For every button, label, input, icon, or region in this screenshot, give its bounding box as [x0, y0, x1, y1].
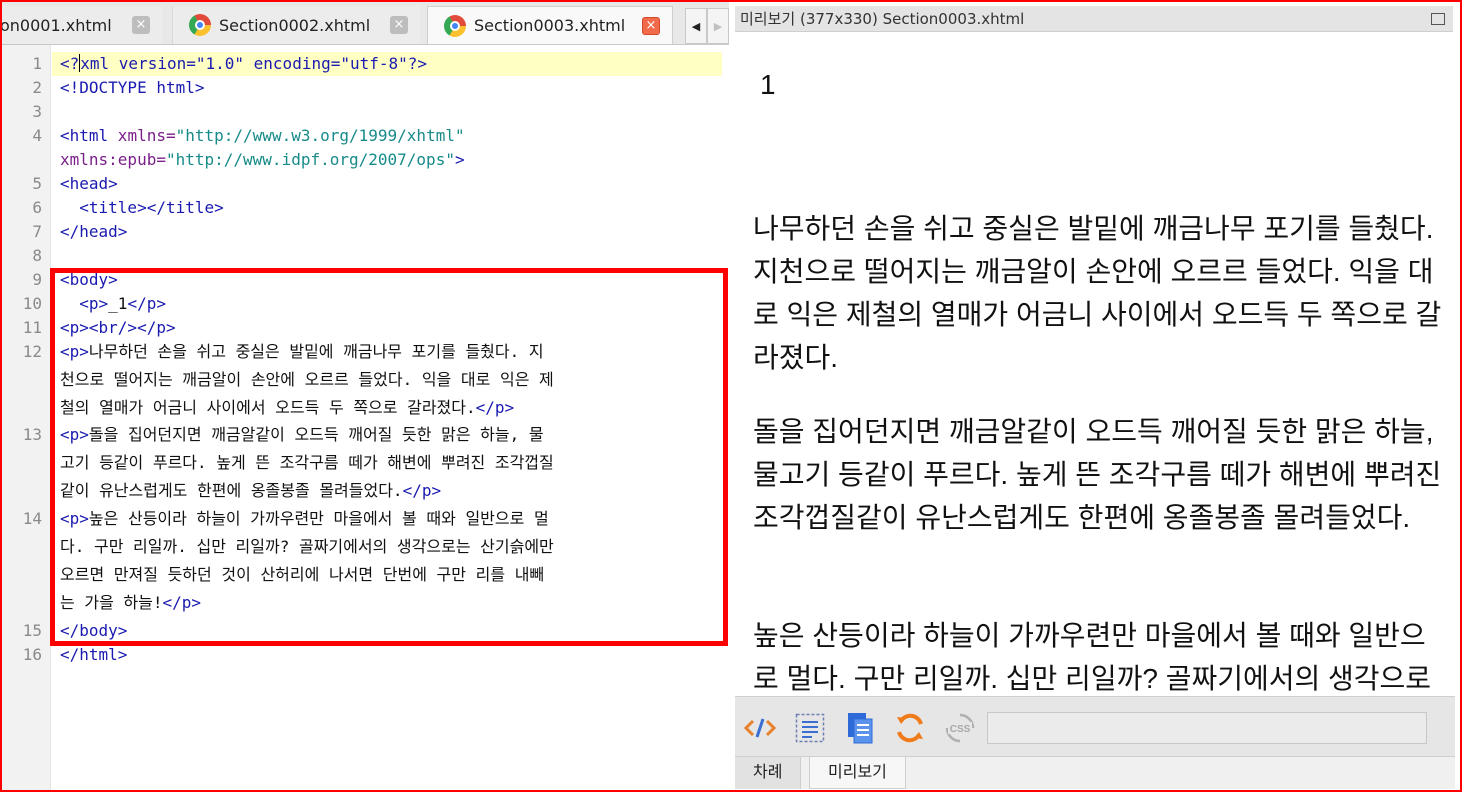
code-line: <title></title>	[60, 198, 224, 217]
code-line: </head>	[60, 222, 128, 241]
preview-title: 미리보기 (377x330) Section0003.xhtml	[740, 10, 1025, 28]
line-number: 16	[22, 645, 42, 664]
code-token: xml version="1.0" encoding="utf-8"?>	[80, 54, 428, 73]
preview-search-input[interactable]	[987, 712, 1427, 744]
code-line: <head>	[60, 174, 118, 193]
highlight-box	[50, 268, 728, 646]
editor-tab-bar: on0001.xhtml × Section0002.xhtml × Secti…	[0, 2, 729, 45]
tab-section0003[interactable]: Section0003.xhtml ×	[427, 6, 673, 44]
tab-preview[interactable]: 미리보기	[809, 757, 906, 789]
tab-label: Section0002.xhtml	[219, 15, 371, 35]
line-number-gutter	[2, 45, 51, 790]
line-number: 2	[32, 78, 42, 97]
tab-label: Section0003.xhtml	[474, 16, 626, 35]
tab-section0002[interactable]: Section0002.xhtml ×	[172, 6, 420, 44]
line-number: 13	[22, 425, 42, 444]
code-token: <html	[60, 126, 109, 145]
line-number: 11	[22, 318, 42, 337]
restore-window-icon[interactable]	[1431, 13, 1445, 25]
tab-close-icon[interactable]: ×	[132, 16, 150, 34]
line-number: 6	[32, 198, 42, 217]
code-token: xmlns:epub=	[60, 150, 166, 169]
text-view-icon[interactable]	[793, 711, 827, 745]
line-number: 1	[32, 54, 42, 73]
code-line: <?xml version="1.0" encoding="utf-8"?>	[60, 52, 427, 76]
code-view-icon[interactable]	[743, 711, 777, 745]
tab-section0001[interactable]: on0001.xhtml ×	[0, 6, 162, 44]
code-line: </html>	[60, 645, 128, 664]
css-icon[interactable]: CSS	[943, 711, 977, 745]
line-number: 10	[22, 294, 42, 313]
code-token: <?	[60, 54, 80, 73]
preview-title-bar: 미리보기 (377x330) Section0003.xhtml	[735, 6, 1453, 32]
tab-label: on0001.xhtml	[0, 15, 112, 35]
code-token: >	[454, 150, 465, 169]
code-line: <!DOCTYPE html>	[60, 78, 205, 97]
code-line: xmlns:epub="http://www.idpf.org/2007/ops…	[60, 148, 465, 172]
document-icon[interactable]	[843, 711, 877, 745]
line-number: 12	[22, 342, 42, 361]
preview-paragraph: 나무하던 손을 쉬고 중실은 발밑에 깨금나무 포기를 들췄다. 지천으로 떨어…	[753, 213, 1442, 373]
line-number: 7	[32, 222, 42, 241]
line-number: 15	[22, 621, 42, 640]
line-number: 8	[32, 246, 42, 265]
line-number: 5	[32, 174, 42, 193]
css-icon-label: CSS	[950, 724, 971, 735]
tab-table-of-contents[interactable]: 차례	[735, 757, 802, 789]
line-number: 4	[32, 126, 42, 145]
line-number: 14	[22, 509, 42, 528]
tab-scroll-right-icon[interactable]: ▶	[707, 8, 729, 44]
line-number: 3	[32, 102, 42, 121]
tab-scroll-left-icon[interactable]: ◀	[685, 8, 707, 44]
preview-paragraph: 돌을 집어던지면 깨금알같이 오드득 깨어질 듯한 맑은 하늘, 물고기 등같이…	[753, 416, 1442, 533]
preview-page-number: 1	[760, 69, 776, 100]
preview-toolbar: CSS	[735, 696, 1455, 757]
tab-close-icon[interactable]: ×	[390, 16, 408, 34]
chrome-icon	[444, 14, 466, 37]
preview-paragraph: 높은 산등이라 하늘이 가까우련만 마을에서 볼 때와 일반으로 멀다. 구만 …	[753, 620, 1432, 694]
code-editor[interactable]: 1 2 3 4 5 6 7 8 9 10 11 12 13 14 15 16 <…	[2, 45, 729, 790]
line-number: 9	[32, 270, 42, 289]
code-line: <html xmlns="http://www.w3.org/1999/xhtm…	[60, 124, 465, 148]
code-token: "http://www.idpf.org/2007/ops"	[165, 150, 455, 169]
code-token: xmlns=	[108, 126, 176, 145]
code-token: "http://www.w3.org/1999/xhtml"	[175, 126, 465, 145]
preview-pane[interactable]: 1 나무하던 손을 쉬고 중실은 발밑에 깨금나무 포기를 들췄다. 지천으로 …	[735, 33, 1455, 695]
tab-scroll-arrows: ◀ ▶	[685, 8, 729, 44]
refresh-icon[interactable]	[893, 711, 927, 745]
tab-close-icon[interactable]: ×	[642, 17, 660, 35]
chrome-icon	[189, 14, 211, 36]
bottom-tab-bar: 차례 미리보기	[735, 756, 1455, 789]
